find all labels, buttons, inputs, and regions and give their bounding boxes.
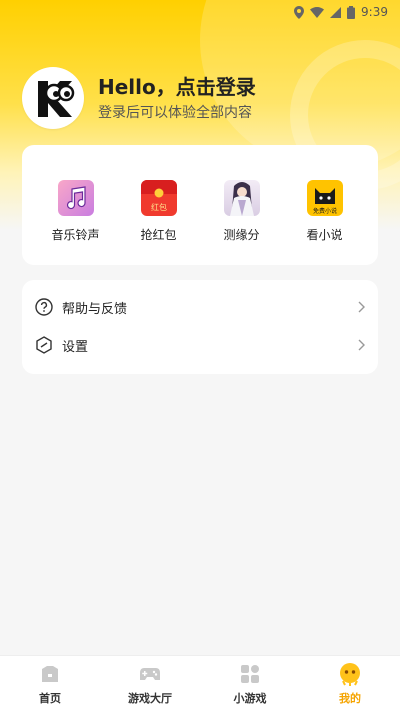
status-time: 9:39 (361, 5, 388, 19)
chevron-right-icon (358, 301, 365, 313)
tab-home[interactable]: 首页 (0, 656, 100, 711)
menu-label: 设置 (62, 339, 89, 355)
tab-game-hall[interactable]: 游戏大厅 (100, 656, 200, 711)
tab-label: 小游戏 (233, 691, 267, 705)
profile-icon (338, 662, 362, 686)
tab-label: 首页 (39, 691, 61, 705)
red-envelope-text: 红包 (151, 202, 167, 212)
red-envelope-icon: 红包 (140, 180, 177, 216)
menu-item-help[interactable]: 帮助与反馈 (34, 288, 366, 326)
novel-cat-icon: 免费小说 (306, 180, 343, 216)
feature-card: 音乐铃声 红包 抢红包 测缘分 免费小说 看小说 (22, 145, 378, 265)
avatar[interactable] (22, 67, 84, 129)
location-icon (294, 5, 305, 19)
wifi-icon (310, 6, 325, 18)
tab-label: 游戏大厅 (128, 691, 172, 705)
tab-mine[interactable]: 我的 (300, 656, 400, 711)
app-label: 抢红包 (140, 228, 177, 242)
mini-game-icon (238, 662, 262, 686)
tab-mini-games[interactable]: 小游戏 (200, 656, 300, 711)
home-icon (38, 662, 62, 686)
menu-label: 帮助与反馈 (62, 301, 128, 317)
app-label: 测缘分 (223, 228, 260, 242)
menu-item-settings[interactable]: 设置 (34, 326, 366, 364)
bottom-tab-bar: 首页 游戏大厅 小游戏 我的 (0, 655, 400, 711)
fortune-girl-icon (223, 180, 260, 216)
settings-icon (34, 335, 54, 355)
login-profile[interactable]: Hello，点击登录 登录后可以体验全部内容 (22, 66, 382, 130)
app-fortune[interactable]: 测缘分 (207, 145, 277, 265)
login-subtitle: 登录后可以体验全部内容 (98, 105, 252, 121)
music-note-icon (57, 180, 94, 216)
app-red-envelope[interactable]: 红包 抢红包 (124, 145, 194, 265)
app-label: 看小说 (306, 228, 343, 242)
app-music-ringtone[interactable]: 音乐铃声 (41, 145, 111, 265)
signal-icon (330, 6, 342, 18)
chevron-right-icon (358, 339, 365, 351)
login-title[interactable]: Hello，点击登录 (98, 74, 256, 100)
battery-icon (347, 5, 356, 19)
menu-card: 帮助与反馈 设置 (22, 280, 378, 374)
tab-label: 我的 (339, 691, 361, 705)
app-label: 音乐铃声 (51, 228, 100, 242)
mascot-logo-icon (38, 81, 75, 117)
gamepad-icon (138, 662, 162, 686)
app-novel[interactable]: 免费小说 看小说 (290, 145, 360, 265)
status-bar: 9:39 (0, 0, 400, 24)
help-icon (34, 297, 54, 317)
novel-icon-text: 免费小说 (312, 207, 336, 215)
